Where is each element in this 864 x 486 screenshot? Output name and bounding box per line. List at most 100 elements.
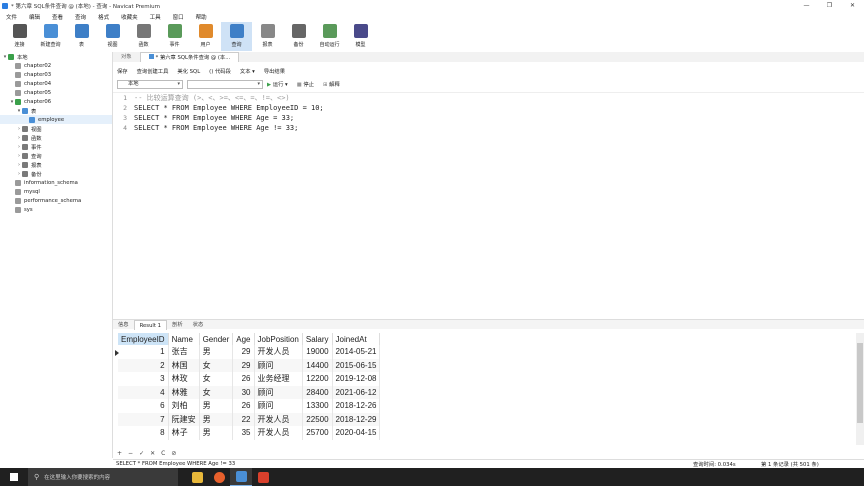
result-grid[interactable]: EmployeeID Name Gender Age JobPosition Salary… [113, 333, 864, 445]
table-row[interactable]: 7 阮建安男 22 开发人员 22500 2018-12-29 [118, 412, 381, 426]
tree-item[interactable]: › 备份 [0, 169, 112, 178]
taskbar-search-box[interactable]: ⚲ 在这里输入你要搜索的内容 [28, 468, 178, 486]
table-cell[interactable]: 阮建安 [168, 412, 200, 426]
column-header[interactable]: JoinedAt [332, 333, 381, 345]
run-button[interactable]: ▶ 运行 ▾ [267, 80, 288, 88]
table-cell[interactable]: 2018-12-29 [332, 412, 381, 426]
table-row[interactable]: 4 林雅女 30 顾问 28400 2021-06-12 [118, 385, 381, 399]
column-header[interactable]: EmployeeID [118, 333, 169, 345]
table-cell[interactable]: 开发人员 [254, 426, 303, 440]
toolbar-button[interactable]: 函数 [128, 22, 159, 51]
windows-start-button[interactable] [0, 468, 28, 486]
table-cell[interactable]: 顾问 [254, 399, 303, 413]
table-cell[interactable]: 4 [118, 385, 169, 399]
toolbar-button[interactable]: 连接 [4, 22, 35, 51]
table-cell[interactable]: 13300 [302, 399, 333, 413]
explain-button[interactable]: ⊞ 解释 [323, 80, 340, 88]
tree-item[interactable]: sys [0, 205, 112, 214]
tree-item[interactable]: ▾ 表 [0, 106, 112, 115]
table-cell[interactable]: 顾问 [254, 358, 303, 372]
menu-item[interactable]: 帮助 [190, 13, 213, 21]
toolbar-button[interactable]: 事件 [159, 22, 190, 51]
table-cell[interactable]: 3 [118, 372, 169, 386]
tree-item[interactable]: chapter03 [0, 70, 112, 79]
result-tab[interactable]: 状态 [188, 320, 209, 330]
table-cell[interactable]: 林玫 [168, 372, 200, 386]
menu-item[interactable]: 窗口 [167, 13, 190, 21]
table-cell[interactable]: 2 [118, 358, 169, 372]
table-cell[interactable]: 男 [199, 399, 234, 413]
toolbar-button[interactable]: 自动运行 [314, 22, 345, 51]
table-cell[interactable]: 女 [199, 385, 234, 399]
query-tool-button[interactable]: 导出结果 [264, 67, 285, 75]
table-cell[interactable]: 业务经理 [254, 372, 303, 386]
table-cell[interactable]: 26 [232, 372, 255, 386]
query-tool-button[interactable]: () 代码段 [209, 67, 231, 75]
tree-item[interactable]: › 查询 [0, 151, 112, 160]
menu-item[interactable]: 查询 [69, 13, 92, 21]
table-cell[interactable]: 男 [199, 412, 234, 426]
menu-item[interactable]: 工具 [144, 13, 167, 21]
table-cell[interactable]: 2015-06-15 [332, 358, 381, 372]
table-cell[interactable]: 女 [199, 358, 234, 372]
table-cell[interactable]: 2018-12-26 [332, 399, 381, 413]
menu-item[interactable]: 文件 [0, 13, 23, 21]
column-header[interactable]: JobPosition [254, 333, 303, 345]
table-cell[interactable]: 22500 [302, 412, 333, 426]
tree-item[interactable]: ▾ chapter06 [0, 97, 112, 106]
table-cell[interactable]: 男 [199, 345, 234, 359]
table-cell[interactable]: 22 [232, 412, 255, 426]
toolbar-button[interactable]: 报表 [252, 22, 283, 51]
query-tool-button[interactable]: 美化 SQL [177, 67, 200, 75]
maximize-icon[interactable]: ❐ [818, 0, 841, 11]
query-tool-button[interactable]: 文本 ▾ [240, 67, 255, 75]
taskbar-navicat[interactable] [230, 468, 252, 486]
table-row[interactable]: 6 刘柏男 26 顾问 13300 2018-12-26 [118, 399, 381, 413]
table-cell[interactable]: 29 [232, 345, 255, 359]
table-cell[interactable]: 30 [232, 385, 255, 399]
table-cell[interactable]: 1 [118, 345, 169, 359]
tab-query[interactable]: * 第六章 SQL条件查询 @ (本... [139, 52, 240, 62]
table-cell[interactable]: 刘柏 [168, 399, 200, 413]
tree-item[interactable]: employee [0, 115, 112, 124]
table-cell[interactable]: 2014-05-21 [332, 345, 381, 359]
table-cell[interactable]: 6 [118, 399, 169, 413]
tree-item[interactable]: ▾ 本地 [0, 52, 112, 61]
table-cell[interactable]: 顾问 [254, 385, 303, 399]
stop-button[interactable]: ■ 停止 [297, 80, 314, 88]
sql-editor[interactable]: 1 -- 比较运算查询 (>、<、>=、<=、=、!=、<>) 2 SELECT * … [113, 92, 864, 316]
table-cell[interactable]: 林国 [168, 358, 200, 372]
table-cell[interactable]: 8 [118, 426, 169, 440]
close-icon[interactable]: ✕ [841, 0, 864, 11]
table-cell[interactable]: 7 [118, 412, 169, 426]
tree-item[interactable]: chapter02 [0, 61, 112, 70]
apply-icon[interactable]: ✓ [139, 450, 144, 457]
add-row-icon[interactable]: + [117, 450, 122, 457]
table-cell[interactable]: 林子 [168, 426, 200, 440]
stop-icon[interactable]: ⊘ [171, 450, 176, 457]
menu-item[interactable]: 查看 [46, 13, 69, 21]
taskbar-firefox[interactable] [208, 468, 230, 486]
column-header[interactable]: Gender [199, 333, 234, 345]
table-cell[interactable]: 男 [199, 426, 234, 440]
table-cell[interactable]: 19000 [302, 345, 333, 359]
connection-select[interactable]: 本地 ▾ [117, 79, 183, 89]
query-tool-button[interactable]: 查询创建工具 [137, 67, 169, 75]
column-header[interactable]: Name [168, 333, 200, 345]
tree-item[interactable]: › 报表 [0, 160, 112, 169]
toolbar-button[interactable]: 表 [66, 22, 97, 51]
result-tab[interactable]: 信息 [113, 320, 134, 330]
toolbar-button[interactable]: 新建查询 [35, 22, 66, 51]
table-cell[interactable]: 2021-06-12 [332, 385, 381, 399]
table-cell[interactable]: 35 [232, 426, 255, 440]
tree-item[interactable]: › 函数 [0, 133, 112, 142]
table-row[interactable]: 8 林子男 35 开发人员 25700 2020-04-15 [118, 426, 381, 440]
table-cell[interactable]: 张吉 [168, 345, 200, 359]
result-tab[interactable]: 剖析 [167, 320, 188, 330]
table-cell[interactable]: 26 [232, 399, 255, 413]
column-header[interactable]: Age [232, 333, 255, 345]
table-cell[interactable]: 25700 [302, 426, 333, 440]
table-cell[interactable]: 2019-12-08 [332, 372, 381, 386]
tree-item[interactable]: chapter05 [0, 88, 112, 97]
result-tab[interactable]: Result 1 [133, 319, 168, 330]
